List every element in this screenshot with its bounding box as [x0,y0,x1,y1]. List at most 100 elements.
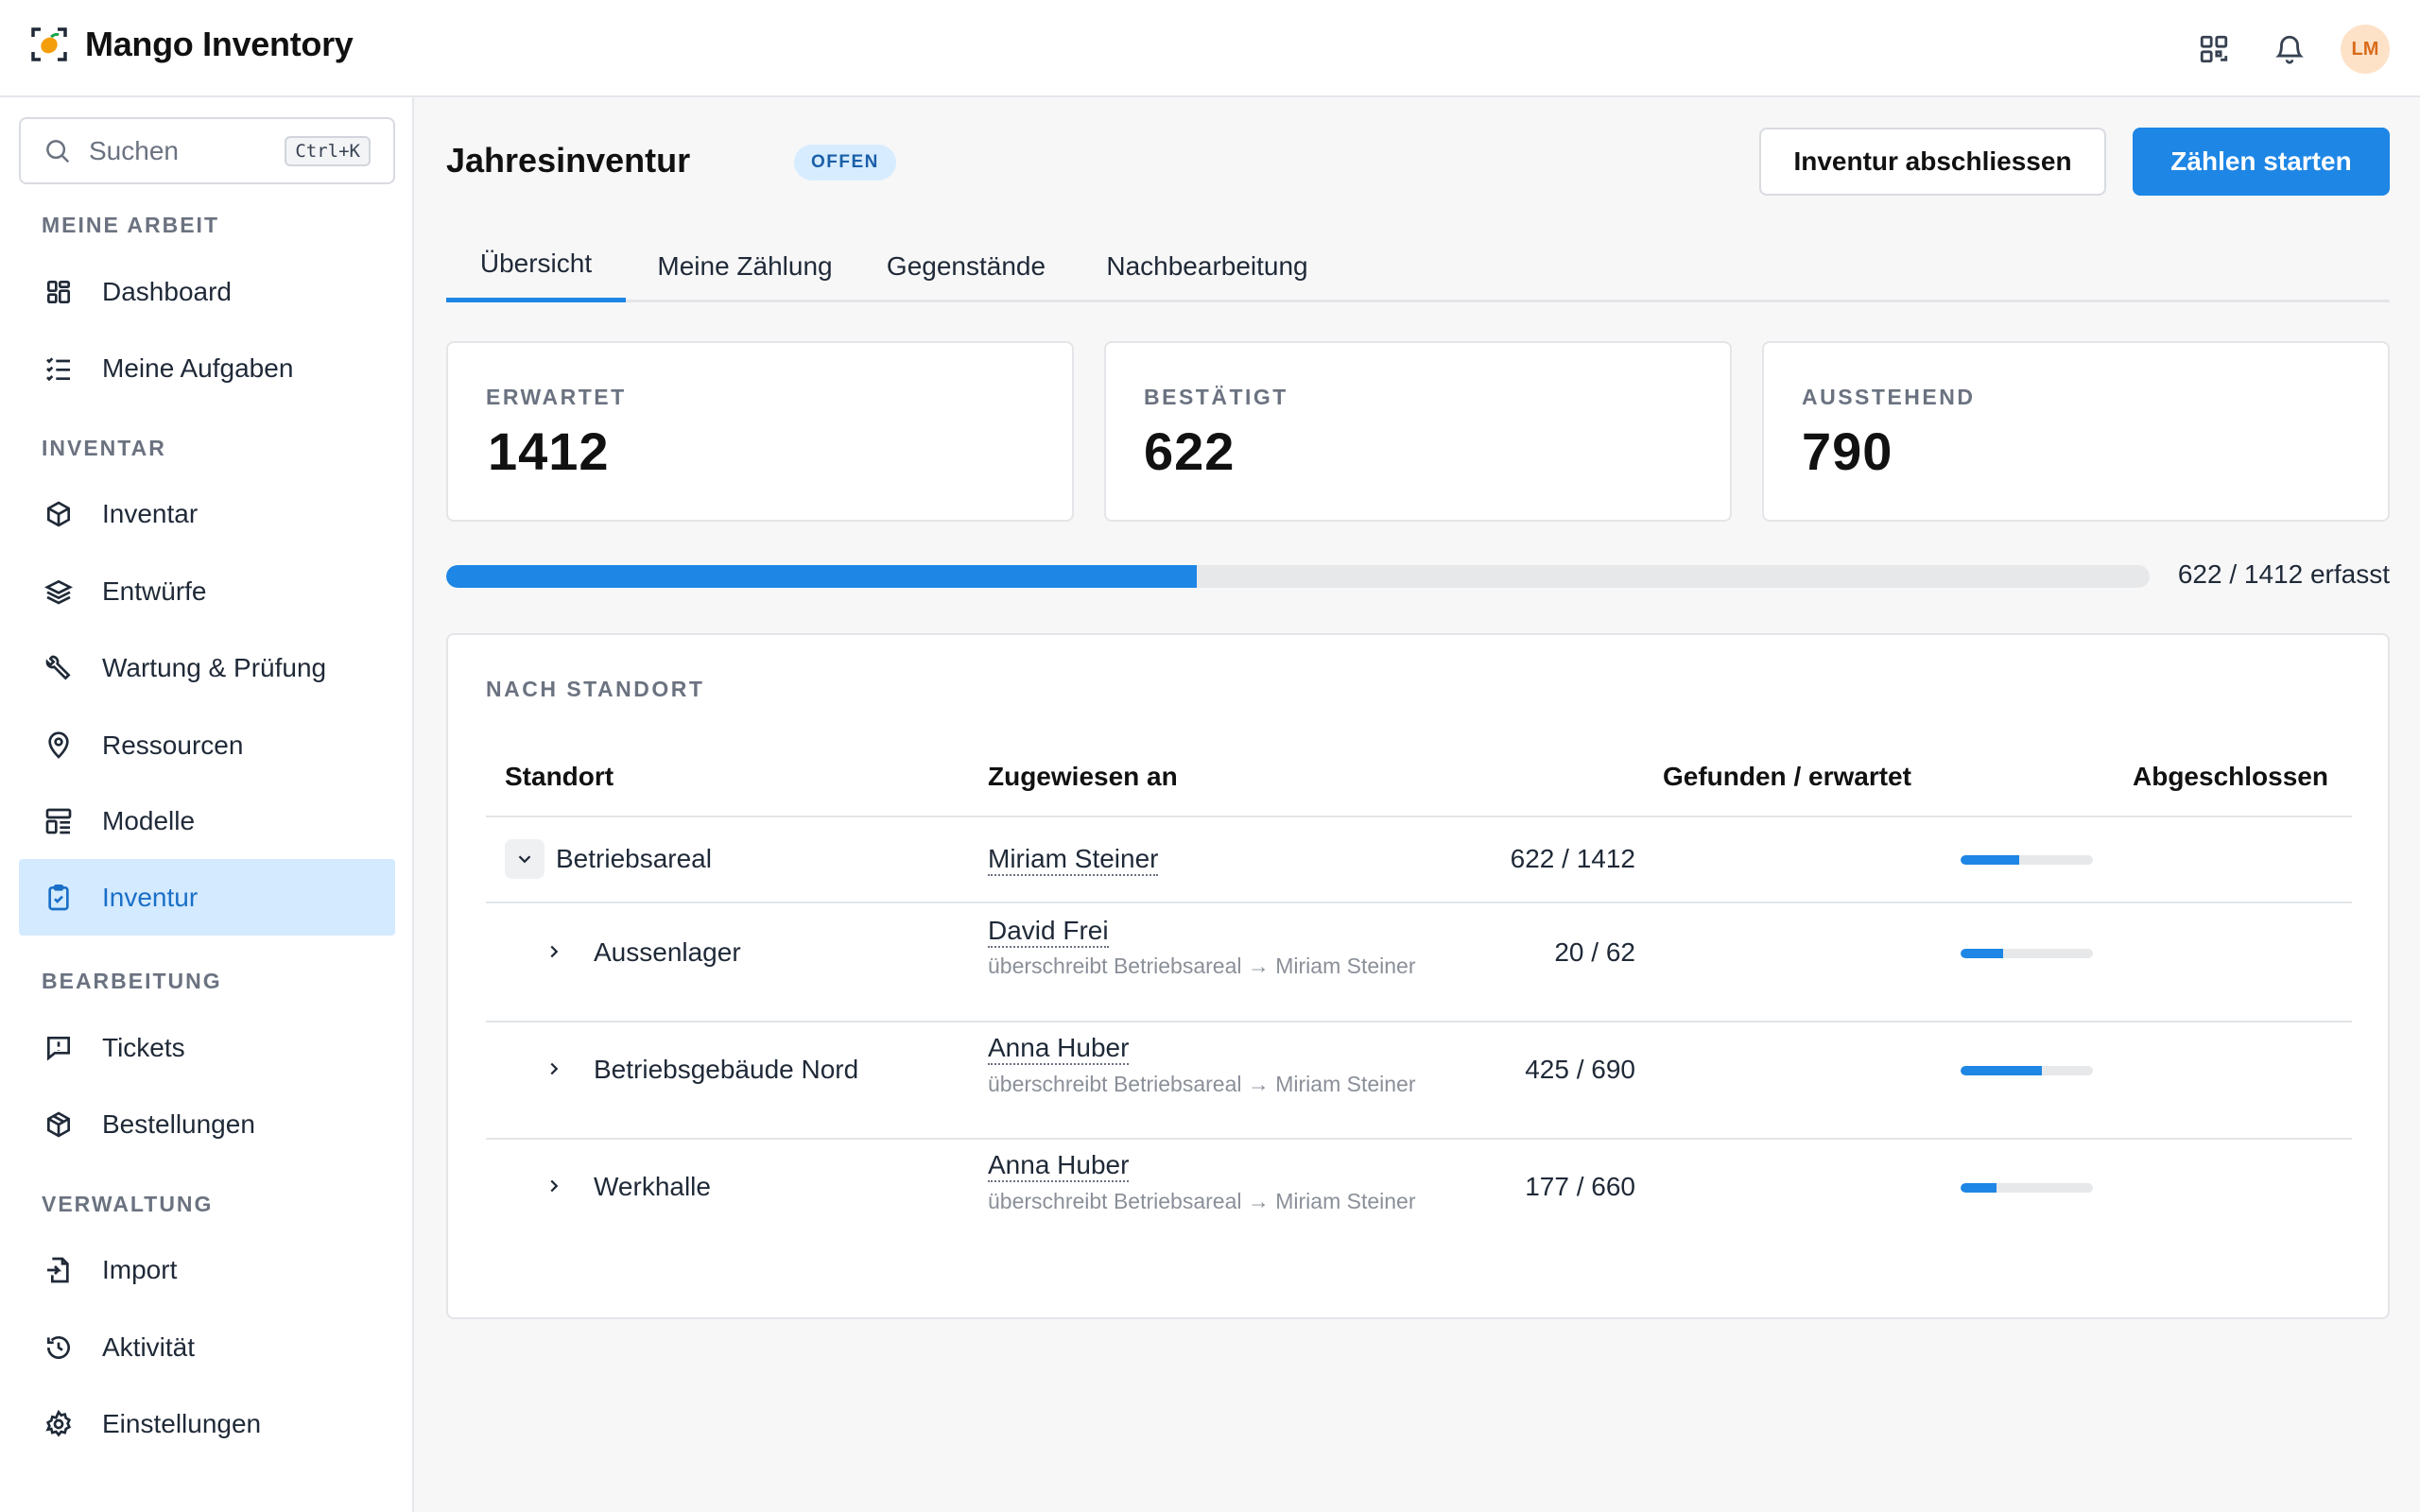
stat-label: AUSSTEHEND [1802,385,1976,409]
bell-icon[interactable] [2265,25,2314,74]
column-header-found: Gefunden / erwartet [1663,762,1911,791]
close-inventory-button[interactable]: Inventur abschliessen [1759,128,2106,196]
location-name[interactable]: Betriebsareal [556,844,712,874]
avatar[interactable]: LM [2341,25,2390,74]
gear-icon [42,1407,76,1441]
sidebar-item-einstellungen[interactable]: Einstellungen [19,1385,395,1462]
sidebar-item-entwuerfe[interactable]: Entwürfe [19,553,395,629]
override-note: überschreibt Betriebsareal → Miriam Stei… [988,1189,1416,1213]
start-counting-button[interactable]: Zählen starten [2133,128,2390,196]
package-icon [42,1108,76,1142]
sidebar-item-import[interactable]: Import [19,1231,395,1308]
stat-card-expected: ERWARTET 1412 [446,341,1074,522]
stat-value: 1412 [488,421,610,481]
location-name[interactable]: Werkhalle [594,1172,711,1202]
assignee-link[interactable]: Anna Huber [988,1150,1130,1182]
section-meine-arbeit: MEINE ARBEIT [42,213,219,237]
location-pin-icon [42,729,76,763]
sidebar-item-label: Dashboard [102,276,232,306]
overall-progress-bar [446,565,2150,588]
stat-card-pending: AUSSTEHEND 790 [1762,341,2390,522]
assignee-link[interactable]: David Frei [988,916,1109,948]
assignee-link[interactable]: Miriam Steiner [988,844,1159,876]
chevron-right-icon [550,1062,559,1075]
sidebar-item-wartung[interactable]: Wartung & Prüfung [19,629,395,706]
search-input[interactable]: Suchen Ctrl+K [19,117,395,184]
sidebar: Suchen Ctrl+K MEINE ARBEIT Dashboard Mei… [0,97,414,1512]
qr-code-icon[interactable] [2189,25,2238,74]
sidebar-item-ressourcen[interactable]: Ressourcen [19,707,395,783]
override-note: überschreibt Betriebsareal → Miriam Stei… [988,954,1416,978]
section-title: NACH STANDORT [486,677,705,701]
expand-toggle[interactable] [543,1175,565,1197]
search-icon [46,139,70,163]
dashboard-icon [42,275,76,309]
sidebar-item-meine-aufgaben[interactable]: Meine Aufgaben [19,330,395,406]
row-progress-bar [1961,855,2093,865]
row-progress-bar [1961,949,2093,958]
sidebar-item-label: Entwürfe [102,576,207,606]
section-verwaltung: VERWALTUNG [42,1192,214,1216]
search-placeholder: Suchen [89,135,179,165]
location-table-card: NACH STANDORT Standort Zugewiesen an Gef… [446,633,2390,1319]
sidebar-item-label: Wartung & Prüfung [102,652,327,682]
row-progress-bar [1961,1183,2093,1193]
tab-uebersicht[interactable]: Übersicht [446,230,626,302]
file-import-icon [42,1253,76,1287]
wrench-icon [42,651,76,685]
section-inventar: INVENTAR [42,436,166,460]
stat-card-confirmed: BESTÄTIGT 622 [1104,341,1732,522]
sidebar-item-label: Inventur [102,882,199,912]
chevron-right-icon [550,1179,559,1193]
sidebar-item-label: Aktivität [102,1332,196,1362]
chevron-down-icon [518,855,531,864]
sidebar-item-label: Meine Aufgaben [102,352,294,383]
sidebar-item-bestellungen[interactable]: Bestellungen [19,1086,395,1162]
sidebar-item-label: Einstellungen [102,1408,262,1438]
override-note: überschreibt Betriebsareal → Miriam Stei… [988,1072,1416,1096]
assignee-link[interactable]: Anna Huber [988,1033,1130,1065]
sidebar-item-inventur[interactable]: Inventur [19,859,395,936]
sidebar-item-modelle[interactable]: Modelle [19,782,395,859]
stat-value: 622 [1144,421,1236,481]
found-ratio: 20 / 62 [1554,937,1635,967]
sidebar-item-inventar[interactable]: Inventar [19,475,395,552]
overall-progress-text: 622 / 1412 erfasst [2177,559,2390,589]
tab-gegenstaende[interactable]: Gegenstände [864,230,1068,302]
brand[interactable]: Mango Inventory [30,25,354,64]
tab-nachbearbeitung[interactable]: Nachbearbeitung [1068,230,1346,302]
collapse-toggle[interactable] [505,839,544,879]
expand-toggle[interactable] [543,940,565,963]
sidebar-item-label: Modelle [102,805,196,835]
found-ratio: 177 / 660 [1525,1172,1635,1201]
mango-logo-icon [31,27,67,61]
row-progress-fill [1961,1066,2043,1075]
column-header-done: Abgeschlossen [2133,762,2328,791]
stat-label: BESTÄTIGT [1144,385,1288,409]
status-badge: OFFEN [794,145,896,180]
column-header-location: Standort [505,762,614,791]
tab-meine-zaehlung[interactable]: Meine Zählung [626,230,864,302]
main-content: Jahresinventur OFFEN Inventur abschliess… [416,97,2420,1512]
expand-toggle[interactable] [543,1057,565,1080]
divider [486,1138,2352,1140]
search-shortcut: Ctrl+K [285,135,371,166]
location-name[interactable]: Betriebsgebäude Nord [594,1055,858,1085]
tab-bar: Übersicht Meine Zählung Gegenstände Nach… [446,230,2390,302]
sidebar-item-dashboard[interactable]: Dashboard [19,253,395,330]
found-ratio: 622 / 1412 [1510,844,1635,873]
column-header-assigned: Zugewiesen an [988,762,1178,791]
chevron-right-icon [550,945,559,958]
location-name[interactable]: Aussenlager [594,937,741,968]
row-progress-fill [1961,949,2004,958]
sidebar-item-label: Bestellungen [102,1108,255,1139]
message-alert-icon [42,1031,76,1065]
sidebar-item-label: Ressourcen [102,730,244,760]
sidebar-item-tickets[interactable]: Tickets [19,1009,395,1086]
tasks-icon [42,352,76,386]
sidebar-item-aktivitaet[interactable]: Aktivität [19,1309,395,1385]
sidebar-item-label: Tickets [102,1032,185,1062]
divider [486,1021,2352,1022]
stat-value: 790 [1802,421,1893,481]
sidebar-item-label: Inventar [102,498,199,528]
